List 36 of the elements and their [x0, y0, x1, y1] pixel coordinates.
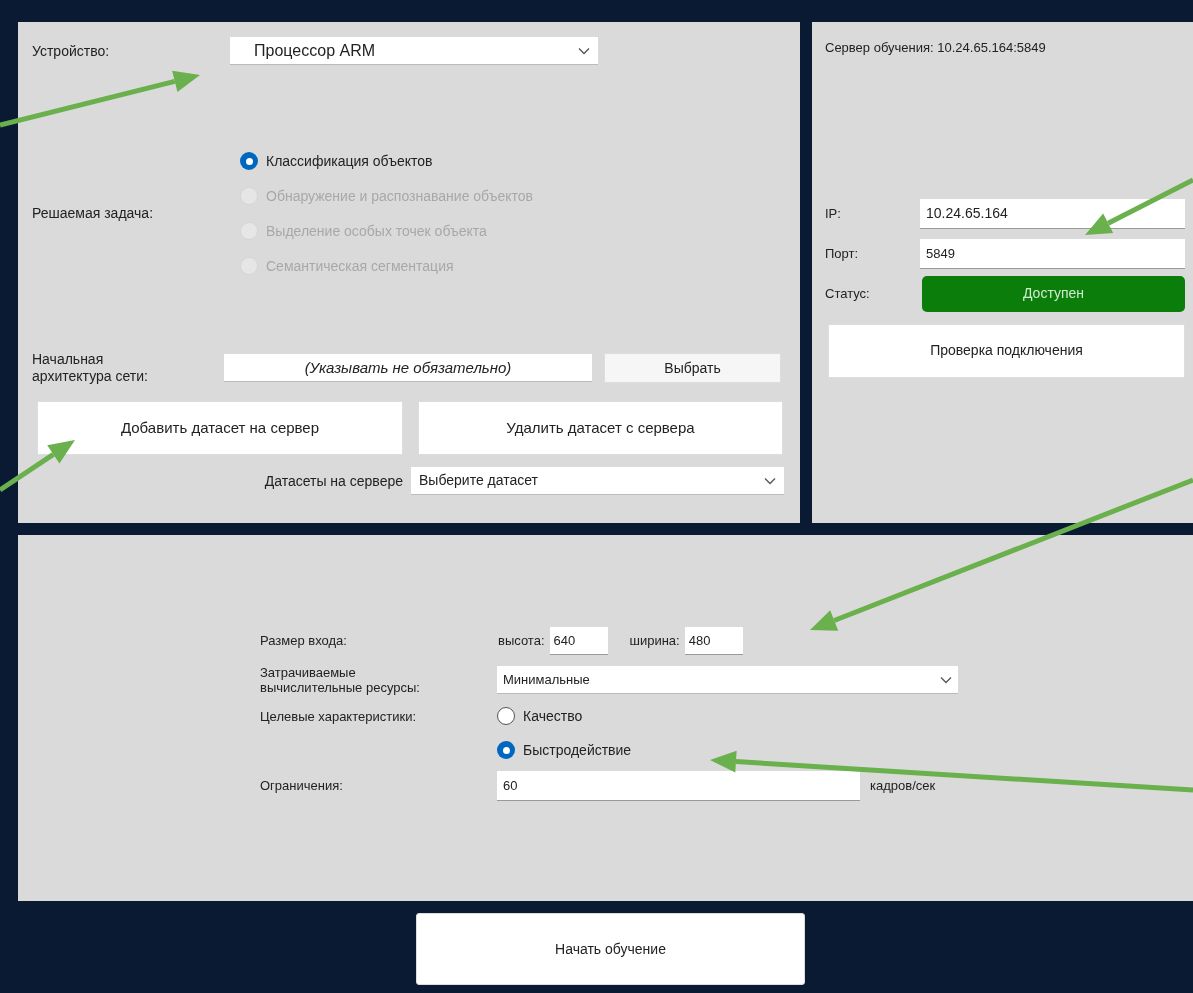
status-indicator: Доступен — [922, 275, 1185, 312]
chevron-down-icon — [940, 675, 952, 684]
field-label: высота: — [498, 632, 545, 651]
field-label: Решаемая задача: — [32, 204, 155, 223]
field-label: Начальная архитектура сети: — [32, 351, 149, 385]
field-label: Целевые характеристики: — [260, 708, 417, 726]
input-field[interactable]: (Указывать не обязательно) — [224, 354, 592, 382]
server-title: Сервер обучения: 10.24.65.164:5849 — [825, 39, 1047, 57]
dropdown[interactable]: Минимальные — [497, 666, 958, 694]
field-label: ширина: — [629, 632, 680, 651]
field-label: Порт: — [825, 244, 860, 263]
radio-button[interactable]: Качество — [497, 701, 632, 731]
dropdown[interactable]: Выберите датасет — [411, 467, 784, 495]
input-field[interactable]: 10.24.65.164 — [920, 198, 1185, 229]
dataset-button[interactable]: Добавить датасет на сервер — [37, 401, 403, 455]
field-label: Размер входа: — [260, 632, 348, 651]
start-training-button[interactable]: Начать обучение — [416, 913, 805, 985]
field-label: Устройство: — [32, 41, 111, 61]
radio-button[interactable]: Классификация объектов — [240, 146, 533, 176]
field-label: IP: — [825, 204, 842, 223]
input-field[interactable]: 480 — [684, 627, 743, 655]
field-label: Затрачиваемые вычислительные ресурсы: — [260, 665, 421, 695]
dataset-button[interactable]: Удалить датасет с сервера — [418, 401, 783, 455]
unit-label: кадров/сек — [870, 777, 936, 796]
chevron-down-icon — [764, 476, 776, 485]
input-field[interactable]: 640 — [549, 627, 608, 655]
chevron-down-icon — [578, 46, 590, 55]
dropdown[interactable]: Процессор ARM — [230, 37, 598, 65]
check-connection-button[interactable]: Проверка подключения — [828, 323, 1185, 378]
field-label: Датасеты на сервере — [264, 471, 403, 491]
input-field[interactable]: 60 — [497, 771, 860, 801]
input-field[interactable]: 5849 — [920, 238, 1185, 269]
field-label: Ограничения: — [260, 777, 344, 796]
field-label: Статус: — [825, 284, 871, 303]
choose-button[interactable]: Выбрать — [604, 353, 781, 383]
radio-button[interactable]: Быстродействие — [497, 735, 632, 765]
